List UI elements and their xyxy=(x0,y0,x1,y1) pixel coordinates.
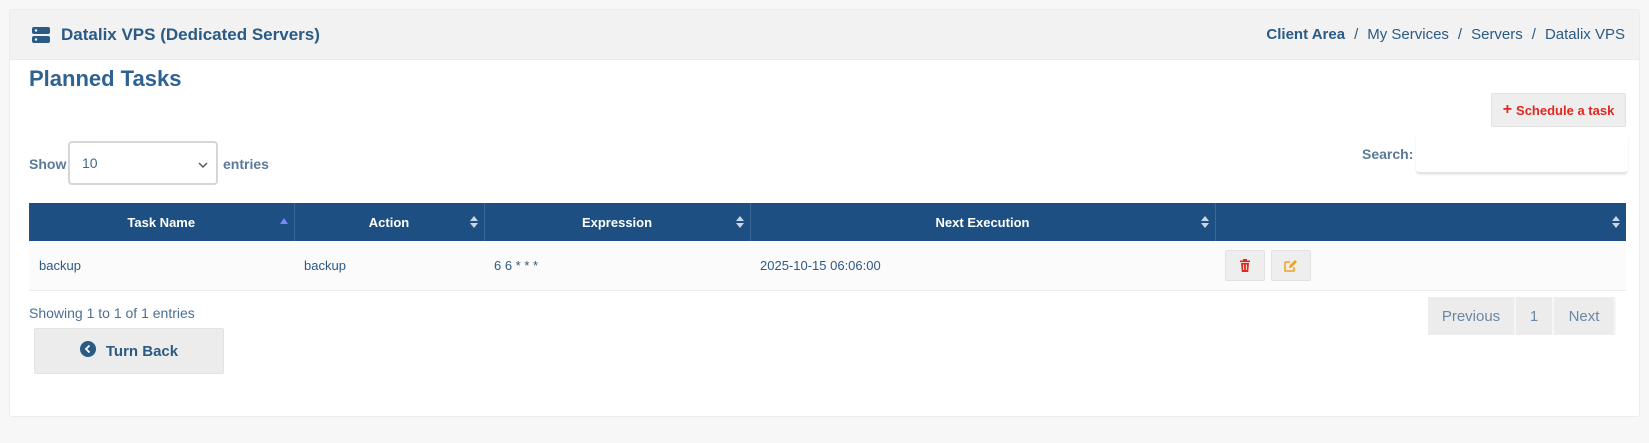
search-label: Search: xyxy=(1362,146,1414,162)
column-task-name[interactable]: Task Name xyxy=(29,203,294,241)
page-title: Planned Tasks xyxy=(29,66,182,91)
tasks-table: Task Name Action Expression Next Executi… xyxy=(29,203,1626,291)
product-title: Datalix VPS (Dedicated Servers) xyxy=(61,25,320,44)
search-input[interactable] xyxy=(1416,134,1628,174)
breadcrumb-servers[interactable]: Servers xyxy=(1471,26,1523,43)
column-actions[interactable] xyxy=(1214,203,1626,241)
cell-actions xyxy=(1215,241,1626,291)
turn-back-label: Turn Back xyxy=(105,342,179,360)
sort-icon xyxy=(1200,215,1209,229)
sort-icon xyxy=(469,215,478,229)
turn-back-button[interactable]: Turn Back xyxy=(34,328,224,374)
next-page-button[interactable]: Next xyxy=(1554,297,1616,335)
cell-expression: 6 6 * * * xyxy=(484,241,750,291)
chevron-down-icon xyxy=(198,157,208,168)
page-1-button[interactable]: 1 xyxy=(1516,297,1554,335)
breadcrumb: Client Area / My Services / Servers / Da… xyxy=(1266,26,1625,43)
table-info: Showing 1 to 1 of 1 entries xyxy=(29,305,195,321)
cell-next-execution: 2025-10-15 06:06:00 xyxy=(750,241,1215,291)
breadcrumb-my-services[interactable]: My Services xyxy=(1367,26,1449,43)
schedule-task-button[interactable]: + Schedule a task xyxy=(1491,93,1626,127)
breadcrumb-client-area[interactable]: Client Area xyxy=(1266,26,1345,43)
server-icon xyxy=(31,26,51,44)
sort-icon xyxy=(1612,215,1620,229)
breadcrumb-datalix-vps[interactable]: Datalix VPS xyxy=(1545,26,1625,43)
main-card: Datalix VPS (Dedicated Servers) Client A… xyxy=(9,9,1640,417)
cell-action: backup xyxy=(294,241,484,291)
plus-icon: + xyxy=(1502,101,1513,118)
chevron-left-circle-icon xyxy=(79,341,96,361)
card-header: Datalix VPS (Dedicated Servers) Client A… xyxy=(10,10,1639,60)
sort-asc-icon xyxy=(279,213,288,227)
schedule-task-label: Schedule a task xyxy=(1516,102,1615,118)
table-row: backup backup 6 6 * * * 2025-10-15 06:06… xyxy=(29,241,1626,291)
delete-button[interactable] xyxy=(1225,249,1265,281)
column-action[interactable]: Action xyxy=(293,203,484,241)
trash-icon xyxy=(1240,258,1250,272)
edit-button[interactable] xyxy=(1270,249,1311,281)
pagination: Previous 1 Next xyxy=(1428,297,1616,335)
sort-icon xyxy=(735,215,744,229)
entries-select-value: 10 xyxy=(82,155,98,171)
table-header-row: Task Name Action Expression Next Executi… xyxy=(29,203,1626,241)
edit-icon xyxy=(1283,259,1297,272)
entries-select[interactable]: 10 xyxy=(68,141,218,185)
cell-task-name: backup xyxy=(29,241,294,291)
entries-label: entries xyxy=(223,156,269,172)
show-label: Show xyxy=(29,156,67,172)
column-next-execution[interactable]: Next Execution xyxy=(749,203,1215,241)
column-expression[interactable]: Expression xyxy=(483,203,750,241)
previous-page-button[interactable]: Previous xyxy=(1428,297,1516,335)
